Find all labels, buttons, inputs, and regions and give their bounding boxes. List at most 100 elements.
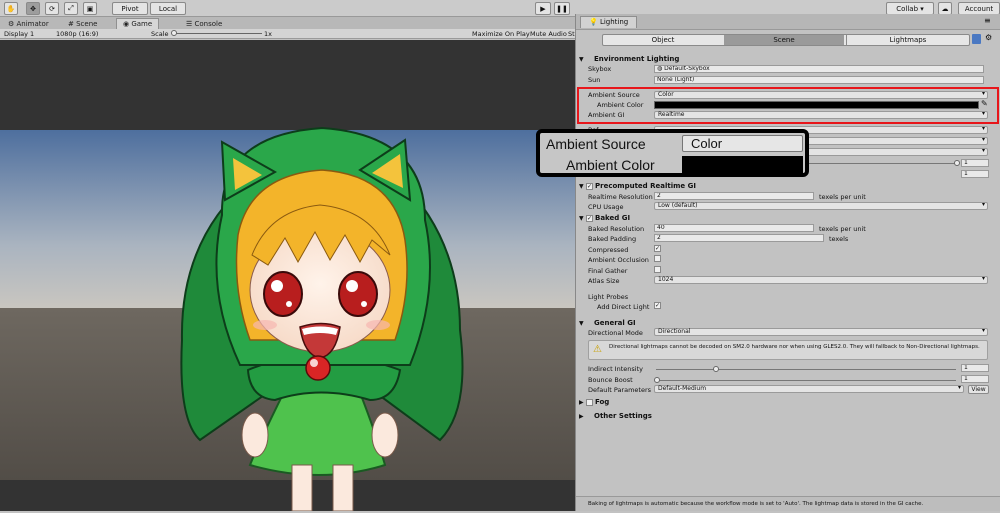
ambient-gi-dropdown[interactable]: Realtime: [654, 111, 988, 119]
indirect-intensity-knob[interactable]: [713, 366, 719, 372]
eyedropper-icon[interactable]: ✎: [981, 99, 988, 108]
warning-text: Directional lightmaps cannot be decoded …: [609, 344, 980, 350]
bulb-icon: 💡: [589, 18, 598, 26]
bounce-boost-knob[interactable]: [654, 377, 660, 383]
directional-mode-dropdown[interactable]: Directional: [654, 328, 988, 336]
lighting-window: 💡 Lighting ≡ Object Scene Lightmaps ⚙ ▼ …: [575, 14, 1000, 511]
add-direct-light-checkbox[interactable]: ✓: [654, 302, 661, 309]
skybox-field[interactable]: ◍ Default-Skybox: [654, 65, 984, 73]
baked-gi-heading: Baked GI: [595, 214, 631, 222]
play-button[interactable]: ▶: [535, 2, 551, 15]
reflection-intensity-knob[interactable]: [954, 160, 960, 166]
scale-slider[interactable]: [172, 33, 262, 34]
scene-icon: #: [68, 19, 77, 28]
baked-padding-field[interactable]: 2: [654, 234, 824, 242]
ambient-source-dropdown[interactable]: Color: [654, 91, 988, 99]
default-parameters-dropdown[interactable]: Default-Medium: [654, 385, 964, 393]
rt-resolution-label: Realtime Resolution: [588, 193, 653, 201]
ambient-occlusion-checkbox[interactable]: [654, 255, 661, 262]
warning-box: ⚠ Directional lightmaps cannot be decode…: [588, 340, 988, 360]
compressed-label: Compressed: [588, 246, 629, 254]
hand-tool-icon[interactable]: ✋: [4, 2, 18, 15]
reflection-intensity-field[interactable]: 1: [961, 159, 989, 167]
tab-game[interactable]: ◉ Game: [116, 18, 160, 29]
tab-scene-lighting[interactable]: Scene: [724, 35, 844, 45]
footer-text: Baking of lightmaps is automatic because…: [588, 501, 924, 507]
pivot-button[interactable]: Pivot: [112, 2, 148, 15]
mute-audio-toggle[interactable]: Mute Audio: [530, 30, 567, 38]
baked-resolution-field[interactable]: 40: [654, 224, 814, 232]
reflection-bounces-field[interactable]: 1: [961, 170, 989, 178]
tab-object[interactable]: Object: [603, 35, 723, 45]
env-lighting-heading: Environment Lighting: [594, 55, 680, 63]
lighting-tab[interactable]: 💡 Lighting: [580, 16, 638, 28]
resolution-dropdown[interactable]: 1080p (16:9): [56, 30, 98, 38]
baked-padding-label: Baked Padding: [588, 235, 637, 243]
other-settings-heading: Other Settings: [594, 412, 652, 420]
cpu-usage-label: CPU Usage: [588, 203, 624, 211]
game-icon: ◉: [123, 20, 132, 28]
stats-toggle[interactable]: St: [568, 30, 575, 38]
final-gather-label: Final Gather: [588, 267, 628, 275]
precomp-foldout-icon[interactable]: ▼: [579, 183, 584, 190]
tab-lightmaps[interactable]: Lightmaps: [846, 35, 969, 45]
cpu-usage-dropdown[interactable]: Low (default): [654, 202, 988, 210]
move-tool-icon[interactable]: ✥: [26, 2, 40, 15]
help-book-icon[interactable]: [972, 34, 981, 44]
fog-foldout-icon[interactable]: ▶: [579, 399, 584, 406]
precomp-checkbox[interactable]: ✓: [586, 183, 593, 190]
tab-scene[interactable]: # Scene: [62, 18, 103, 29]
rotate-tool-icon[interactable]: ⟳: [45, 2, 59, 15]
rect-tool-icon[interactable]: ▣: [83, 2, 97, 15]
ambient-color-swatch[interactable]: [654, 101, 979, 109]
fog-checkbox[interactable]: [586, 399, 593, 406]
callout-ambient-source-label: Ambient Source: [546, 136, 646, 152]
indirect-intensity-slider[interactable]: [656, 369, 956, 370]
add-direct-light-label: Add Direct Light: [597, 303, 650, 311]
scale-label: Scale: [151, 30, 169, 38]
scale-slider-knob[interactable]: [171, 30, 177, 36]
rt-texels-label: texels per unit: [819, 193, 866, 201]
sun-field[interactable]: None (Light): [654, 76, 984, 84]
skybox-label: Skybox: [588, 65, 612, 73]
game-view[interactable]: [0, 40, 575, 512]
tab-console[interactable]: ☰ Console: [180, 18, 228, 29]
padding-texels-label: texels: [829, 235, 849, 243]
view-button[interactable]: View: [968, 385, 989, 394]
final-gather-checkbox[interactable]: [654, 266, 661, 273]
bounce-boost-slider[interactable]: [656, 380, 956, 381]
general-foldout-icon[interactable]: ▼: [579, 320, 584, 327]
ambient-source-label: Ambient Source: [588, 91, 640, 99]
scale-tool-icon[interactable]: ⤢: [64, 2, 78, 15]
ambient-color-label: Ambient Color: [597, 101, 644, 109]
other-foldout-icon[interactable]: ▶: [579, 413, 584, 420]
zoom-callout: Ambient Source Color Ambient Color: [536, 129, 809, 177]
baked-gi-checkbox[interactable]: ✓: [586, 215, 593, 222]
lighting-titlebar: 💡 Lighting ≡: [576, 14, 1000, 30]
precomp-heading: Precomputed Realtime GI: [595, 182, 696, 190]
reflection-intensity-slider[interactable]: [806, 163, 956, 164]
env-foldout-icon[interactable]: ▼: [579, 56, 584, 63]
display-dropdown[interactable]: Display 1: [4, 30, 34, 38]
game-render: [0, 40, 575, 512]
light-probes-label: Light Probes: [588, 293, 629, 301]
ambient-occlusion-label: Ambient Occlusion: [588, 256, 649, 264]
ambient-gi-label: Ambient GI: [588, 111, 625, 119]
maximize-on-play-toggle[interactable]: Maximize On Play: [472, 30, 530, 38]
tab-animator[interactable]: ⚙ Animator: [2, 18, 55, 29]
lighting-footer: Baking of lightmaps is automatic because…: [576, 496, 1000, 511]
bounce-boost-field[interactable]: 1: [961, 375, 989, 383]
baked-resolution-label: Baked Resolution: [588, 225, 645, 233]
game-view-toolbar: Display 1 1080p (16:9) Scale 1x Maximize…: [0, 29, 575, 39]
pause-button[interactable]: ❚❚: [554, 2, 570, 15]
indirect-intensity-field[interactable]: 1: [961, 364, 989, 372]
compressed-checkbox[interactable]: ✓: [654, 245, 661, 252]
window-menu-icon[interactable]: ≡: [984, 16, 991, 25]
atlas-size-dropdown[interactable]: 1024: [654, 276, 988, 284]
fog-heading: Fog: [595, 398, 610, 406]
callout-ambient-color-swatch: [682, 156, 803, 173]
settings-gear-icon[interactable]: ⚙: [985, 33, 992, 42]
rt-resolution-field[interactable]: 2: [654, 192, 814, 200]
baked-foldout-icon[interactable]: ▼: [579, 215, 584, 222]
local-button[interactable]: Local: [150, 2, 186, 15]
